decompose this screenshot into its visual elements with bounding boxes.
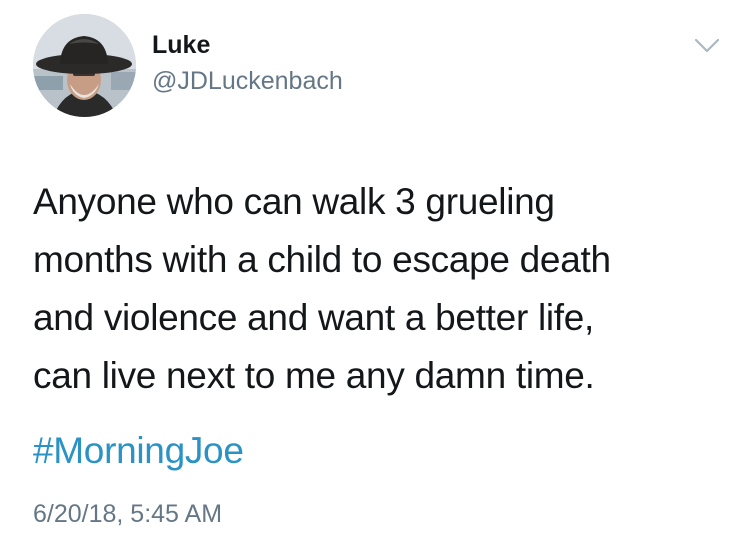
tweet-text: Anyone who can walk 3 grueling months wi… — [33, 173, 733, 405]
tweet-card: Luke @JDLuckenbach Anyone who can walk 3… — [0, 0, 750, 537]
display-name[interactable]: Luke — [152, 28, 210, 62]
tweet-text-line: and violence and want a better life, — [33, 297, 595, 338]
timestamp[interactable]: 6/20/18, 5:45 AM — [33, 497, 222, 531]
tweet-text-line: months with a child to escape death — [33, 239, 611, 280]
user-handle[interactable]: @JDLuckenbach — [152, 64, 343, 98]
hashtag-link[interactable]: #MorningJoe — [33, 422, 244, 480]
tweet-text-line: Anyone who can walk 3 grueling — [33, 181, 555, 222]
tweet-text-line: can live next to me any damn time. — [33, 355, 595, 396]
avatar[interactable] — [33, 14, 136, 117]
chevron-down-icon[interactable] — [694, 36, 720, 56]
avatar-image — [33, 14, 136, 117]
